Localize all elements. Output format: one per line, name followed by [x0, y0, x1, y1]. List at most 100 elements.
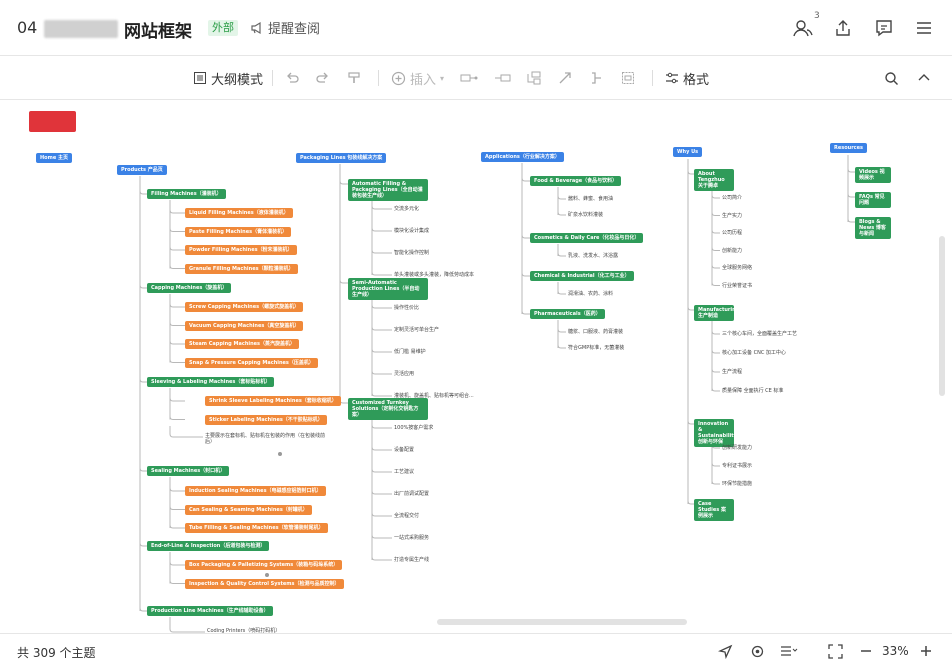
- product-group[interactable]: Sleeving & Labeling Machines（套标贴标机）: [147, 377, 275, 387]
- root-topic-resources[interactable]: Resources: [830, 143, 868, 153]
- packaging-item[interactable]: 定制灵活可单台生产: [394, 327, 439, 333]
- whyus-item[interactable]: 三个核心车间，全面覆盖生产工艺: [722, 331, 797, 337]
- whyus-item[interactable]: 全球服务网络: [722, 265, 752, 271]
- packaging-item[interactable]: 灵活应用: [394, 371, 414, 377]
- zoom-out-icon[interactable]: [857, 642, 875, 660]
- packaging-item[interactable]: 智能化操作控制: [394, 250, 429, 256]
- product-item[interactable]: Shrink Sleeve Labeling Machines（套标收缩机）: [205, 396, 341, 406]
- product-item[interactable]: Liquid Filling Machines（液体灌装机）: [185, 208, 293, 218]
- root-topic-home[interactable]: Home 主页: [36, 153, 72, 163]
- relation-line-icon[interactable]: [558, 67, 572, 89]
- product-item[interactable]: Tube Filling & Sealing Machines（软管灌装封尾机）: [185, 523, 328, 533]
- packaging-item[interactable]: 出厂前调试配置: [394, 491, 429, 497]
- whyus-item[interactable]: 公司历程: [722, 230, 742, 236]
- application-item[interactable]: 符合GMP标准，无菌灌装: [568, 345, 624, 351]
- packaging-item[interactable]: 工艺建议: [394, 469, 414, 475]
- packaging-item[interactable]: 全流程交付: [394, 513, 419, 519]
- packaging-item[interactable]: 操作性价比: [394, 305, 419, 311]
- packaging-item[interactable]: 模块化设计集成: [394, 228, 429, 234]
- product-group[interactable]: Filling Machines（灌装机）: [147, 189, 226, 199]
- product-item[interactable]: Screw Capping Machines（螺旋式旋盖机）: [185, 302, 304, 312]
- outline-list-icon[interactable]: [780, 642, 798, 660]
- packaging-section[interactable]: Customized Turnkey Solutions（定制化交钥匙方案）: [348, 398, 428, 420]
- whyus-item[interactable]: 核心加工设备 CNC 加工中心: [722, 350, 786, 356]
- share-icon[interactable]: [832, 17, 854, 39]
- application-item[interactable]: 乳液、洗发水、沐浴露: [568, 253, 618, 259]
- application-section[interactable]: Cosmetics & Daily Care（化妆品与日化）: [530, 233, 644, 243]
- whyus-section[interactable]: Case Studies 案例展示: [694, 499, 734, 521]
- doc-title[interactable]: 网站框架: [124, 17, 192, 42]
- application-item[interactable]: 酱料、蜂蜜、食用油: [568, 196, 613, 202]
- packaging-item[interactable]: 一站式采购服务: [394, 535, 429, 541]
- whyus-section[interactable]: Innovation & Sustainability 创新与环保: [694, 419, 737, 447]
- resource-item[interactable]: FAQs 常见问题: [855, 192, 891, 208]
- product-note[interactable]: 主要展示在套标机、贴标机在包装的作用（在包装线前后）: [205, 433, 325, 445]
- product-item[interactable]: Box Packaging & Palletizing Systems（装箱与码…: [185, 560, 343, 570]
- whyus-item[interactable]: 环保节能措施: [722, 481, 752, 487]
- product-item[interactable]: Vacuum Capping Machines（真空旋盖机）: [185, 320, 304, 331]
- product-item[interactable]: Steam Capping Machines（蒸汽旋盖机）: [185, 339, 300, 349]
- whyus-item[interactable]: 生产实力: [722, 213, 742, 219]
- packaging-section[interactable]: Automatic Filling & Packaging Lines（全自动灌…: [348, 179, 428, 201]
- root-topic-packaging[interactable]: Packaging Lines 包装线解决方案: [296, 153, 387, 163]
- product-item[interactable]: Can Sealing & Seaming Machines（封罐机）: [185, 504, 312, 515]
- format-painter-icon[interactable]: [347, 67, 361, 89]
- product-item[interactable]: Inspection & Quality Control Systems（检测与…: [185, 578, 344, 589]
- vertical-scrollbar[interactable]: [939, 236, 945, 396]
- whyus-item[interactable]: 生产流程: [722, 369, 742, 375]
- resource-item[interactable]: Blogs & News 博客与新闻: [855, 217, 891, 239]
- frame-icon[interactable]: [621, 67, 635, 89]
- application-section[interactable]: Food & Beverage（食品与饮料）: [530, 176, 622, 186]
- product-item[interactable]: Snap & Pressure Capping Machines（压盖机）: [185, 357, 318, 368]
- add-topic-icon[interactable]: [494, 67, 512, 89]
- menu-icon[interactable]: [913, 17, 935, 39]
- product-item[interactable]: Sticker Labeling Machines（不干胶贴标机）: [205, 414, 327, 425]
- application-section[interactable]: Pharmaceuticals（医药）: [530, 309, 605, 319]
- packaging-item[interactable]: 设备配置: [394, 447, 414, 453]
- outline-mode-button[interactable]: 大纲模式: [193, 67, 263, 89]
- packaging-item[interactable]: 打造专属生产线: [394, 557, 429, 563]
- product-item[interactable]: Induction Sealing Machines（电磁感应铝箔封口机）: [185, 486, 326, 496]
- whyus-item[interactable]: 创新研发能力: [722, 445, 752, 451]
- product-group[interactable]: Capping Machines（旋盖机）: [147, 283, 232, 293]
- whyus-section[interactable]: About Tengzhuo 关于腾卓: [694, 169, 734, 191]
- undo-icon[interactable]: [285, 67, 299, 89]
- locate-center-icon[interactable]: [748, 642, 766, 660]
- root-topic-applications[interactable]: Applications（行业解决方案）: [481, 152, 564, 162]
- navigate-icon[interactable]: [716, 642, 734, 660]
- resource-item[interactable]: Videos 视频展示: [855, 167, 891, 183]
- product-group[interactable]: Sealing Machines（封口机）: [147, 466, 230, 476]
- collapse-toggle[interactable]: [277, 451, 283, 457]
- collaborators-icon[interactable]: [792, 17, 814, 39]
- whyus-item[interactable]: 质量保障 全面执行 CE 标准: [722, 388, 783, 394]
- whyus-item[interactable]: 专利证书展示: [722, 463, 752, 469]
- add-parent-icon[interactable]: [526, 67, 542, 89]
- add-subtopic-icon[interactable]: [460, 67, 478, 89]
- product-item[interactable]: Granule Filling Machines（颗粒灌装机）: [185, 263, 298, 274]
- root-topic-products[interactable]: Products 产品页: [117, 165, 167, 175]
- horizontal-scrollbar[interactable]: [437, 619, 687, 625]
- packaging-item[interactable]: 交流多元化: [394, 206, 419, 212]
- comment-icon[interactable]: [873, 17, 895, 39]
- application-item[interactable]: 矿泉水饮料灌装: [568, 212, 603, 218]
- whyus-section[interactable]: Manufacturing 生产制造: [694, 305, 739, 321]
- collapse-toolbar-icon[interactable]: [917, 67, 931, 89]
- search-icon[interactable]: [884, 67, 899, 89]
- remind-button[interactable]: 提醒查阅: [250, 18, 320, 37]
- redo-icon[interactable]: [316, 67, 330, 89]
- product-group[interactable]: End-of-Line & Inspection（后道包装与检测）: [147, 541, 270, 551]
- packaging-item[interactable]: 100%按客户需求: [394, 425, 433, 431]
- insert-button[interactable]: 插入 ▾: [391, 67, 444, 89]
- whyus-item[interactable]: 公司简介: [722, 195, 742, 201]
- zoom-in-icon[interactable]: [917, 642, 935, 660]
- fit-screen-icon[interactable]: [826, 642, 844, 660]
- application-item[interactable]: 糖浆、口服液、药膏灌装: [568, 329, 623, 335]
- summary-icon[interactable]: [589, 67, 603, 89]
- product-group[interactable]: Production Line Machines（生产线辅助设备）: [147, 606, 273, 616]
- zoom-level[interactable]: 33%: [882, 644, 909, 658]
- packaging-section[interactable]: Semi-Automatic Production Lines（半自动生产线）: [348, 278, 428, 300]
- application-section[interactable]: Chemical & Industrial（化工与工业）: [530, 271, 634, 281]
- product-item[interactable]: Paste Filling Machines（膏体灌装机）: [185, 226, 292, 237]
- format-button[interactable]: 格式: [665, 67, 709, 89]
- packaging-item[interactable]: 低门槛 易维护: [394, 349, 426, 355]
